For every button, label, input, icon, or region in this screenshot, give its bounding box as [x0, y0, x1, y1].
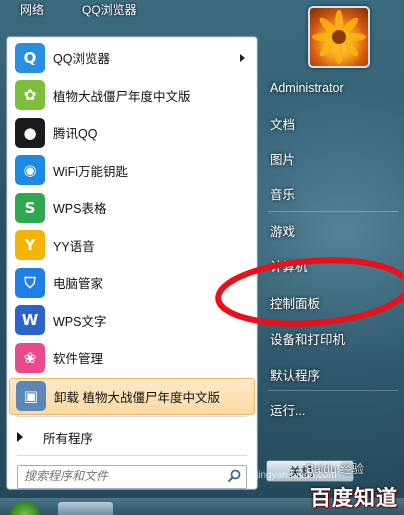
wifi-key-icon: ◉ — [15, 155, 45, 186]
program-label: 卸载 植物大战僵尸年度中文版 — [54, 390, 220, 405]
menu-item-devices-printers[interactable]: 设备和打印机 — [270, 328, 345, 348]
start-orb-button[interactable] — [10, 501, 40, 515]
wps-writer-icon: W — [15, 305, 45, 336]
wps-spreadsheet-icon: S — [15, 192, 45, 223]
program-list: Q QQ浏览器 ✿ 植物大战僵尸年度中文版 ● 腾讯QQ ◉ WiFi万能钥匙 S WPS表格 Y Y… — [9, 39, 255, 415]
desktop-icon-labels: 网络 QQ浏览器 — [0, 0, 260, 18]
search-input[interactable] — [18, 466, 214, 486]
menu-item-pictures[interactable]: 图片 — [270, 148, 295, 168]
program-item[interactable]: ❀ 软件管理 — [9, 339, 255, 377]
qq-penguin-icon: ● — [15, 117, 45, 148]
uninstall-icon: ▣ — [16, 381, 46, 411]
watermark-url: jingyan.baidu.com — [256, 470, 337, 481]
program-item[interactable]: ✿ 植物大战僵尸年度中文版 — [9, 77, 255, 115]
menu-item-default-programs[interactable]: 默认程序 — [270, 364, 320, 384]
divider — [17, 455, 247, 456]
program-label: 腾讯QQ — [53, 127, 98, 142]
user-avatar[interactable] — [308, 6, 370, 68]
program-item[interactable]: ◉ WiFi万能钥匙 — [9, 152, 255, 190]
program-label: WPS文字 — [53, 314, 107, 329]
desktop-label-network[interactable]: 网络 — [20, 1, 44, 18]
watermark-text: 百度知道 — [310, 487, 398, 510]
software-manager-icon: ❀ — [15, 342, 45, 373]
program-label: 电脑管家 — [53, 277, 104, 292]
search-box[interactable] — [17, 465, 247, 489]
taskbar-app-button[interactable] — [58, 502, 113, 515]
program-label: YY语音 — [53, 239, 95, 254]
pc-manager-shield-icon: ⛉ — [15, 267, 45, 298]
search-icon[interactable] — [227, 469, 241, 483]
program-item[interactable]: S WPS表格 — [9, 189, 255, 227]
program-label: WPS表格 — [53, 202, 107, 217]
plants-vs-zombies-icon: ✿ — [15, 80, 45, 111]
menu-item-run[interactable]: 运行... — [270, 399, 305, 419]
program-item[interactable]: ● 腾讯QQ — [9, 114, 255, 152]
expand-arrow-icon — [17, 432, 23, 442]
menu-item-games[interactable]: 游戏 — [270, 220, 295, 240]
divider — [17, 416, 247, 417]
all-programs-label: 所有程序 — [43, 431, 94, 446]
menu-item-administrator[interactable]: Administrator — [270, 78, 344, 98]
yy-voice-icon: Y — [15, 230, 45, 261]
program-label: 软件管理 — [53, 352, 104, 367]
flower-picture-icon — [312, 10, 366, 64]
divider — [268, 211, 398, 212]
red-highlight-annotation — [215, 257, 403, 327]
program-label: WiFi万能钥匙 — [53, 164, 128, 179]
divider — [268, 390, 398, 391]
program-label: QQ浏览器 — [53, 52, 110, 67]
submenu-arrow-icon[interactable] — [240, 53, 245, 62]
all-programs-button[interactable]: 所有程序 — [17, 425, 93, 449]
menu-item-documents[interactable]: 文档 — [270, 113, 295, 133]
baidu-watermark: Baidu 经验 jingyan.baidu.com 百度知道 — [256, 460, 402, 510]
desktop-label-qq-browser[interactable]: QQ浏览器 — [82, 1, 137, 18]
program-item[interactable]: Q QQ浏览器 — [9, 39, 255, 77]
qq-browser-icon: Q — [15, 42, 45, 73]
menu-item-music[interactable]: 音乐 — [270, 183, 295, 203]
program-label: 植物大战僵尸年度中文版 — [53, 89, 191, 104]
program-item[interactable]: ▣ 卸载 植物大战僵尸年度中文版 — [9, 377, 255, 415]
